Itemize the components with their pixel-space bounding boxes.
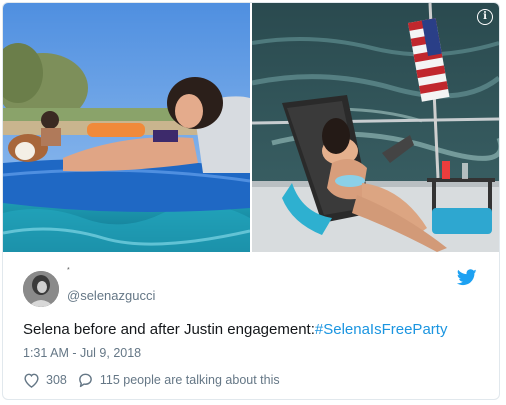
info-icon[interactable]: i — [477, 9, 493, 25]
reply-button[interactable]: 115 people are talking about this — [77, 372, 280, 388]
hashtag-link[interactable]: #SelenaIsFreeParty — [315, 321, 448, 338]
heart-icon — [23, 372, 40, 388]
timestamp[interactable]: 1:31 AM - Jul 9, 2018 — [23, 346, 141, 360]
user-handle[interactable]: @selenazgucci — [67, 288, 155, 303]
photo-boat[interactable]: i — [252, 3, 499, 252]
tweet-text: Selena before and after Justin engagemen… — [23, 321, 447, 338]
tweet-media[interactable]: i — [3, 3, 499, 252]
photo-pool[interactable] — [3, 3, 250, 252]
reply-label: 115 people are talking about this — [99, 373, 280, 387]
tweet-body: Selena before and after Justin engagemen… — [23, 321, 315, 338]
tweet-card[interactable]: i * @selenazgucci Selena before and afte… — [2, 2, 500, 400]
small-mark: * — [67, 267, 70, 274]
like-count: 308 — [46, 373, 67, 387]
tweet-actions: 308 115 people are talking about this — [23, 372, 280, 388]
speech-bubble-icon — [77, 372, 94, 388]
avatar[interactable] — [23, 271, 59, 307]
twitter-bird-icon[interactable] — [456, 269, 477, 286]
like-button[interactable]: 308 — [23, 372, 67, 388]
